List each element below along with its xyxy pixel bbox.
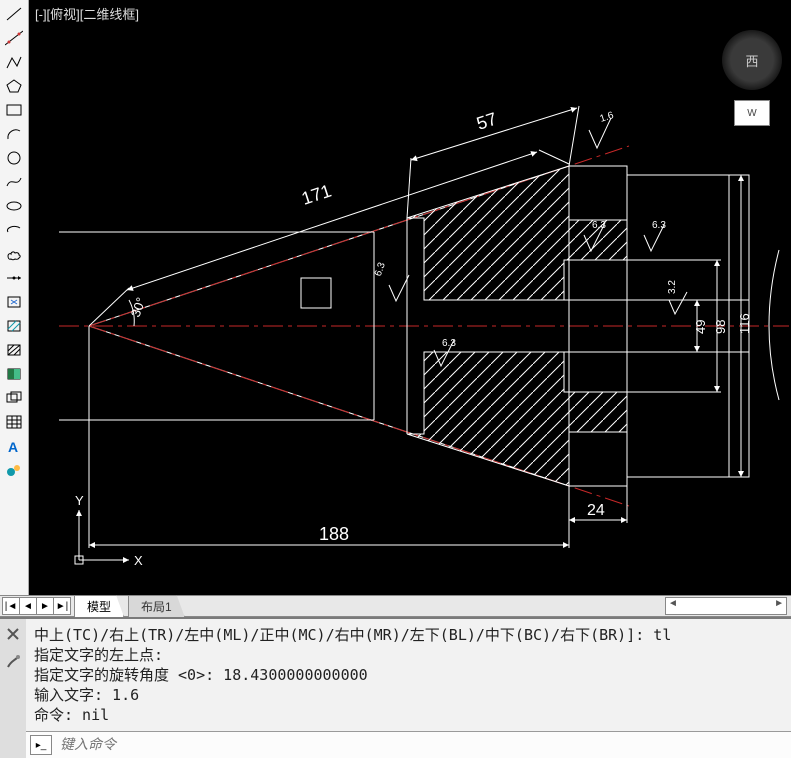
tool-polygon[interactable] [3,76,25,96]
tool-hatch[interactable] [3,340,25,360]
svg-text:24: 24 [587,502,605,519]
tab-nav-next[interactable]: ► [36,597,54,615]
svg-text:49: 49 [693,320,708,334]
svg-text:6.3: 6.3 [652,220,666,231]
surf-6-3-left: 6.3 [373,261,409,301]
surf-6-3-right: 6.3 [644,220,666,251]
tool-block-insert[interactable] [3,292,25,312]
tool-hatch-pick[interactable] [3,316,25,336]
dim-24: 24 [569,432,627,523]
svg-text:6.3: 6.3 [373,261,388,278]
tool-construction-line[interactable] [3,28,25,48]
tool-add-selected[interactable] [3,460,25,480]
svg-text:X: X [134,553,143,568]
svg-text:6.3: 6.3 [592,220,606,231]
svg-text:6.3: 6.3 [442,338,456,349]
command-close-icon[interactable] [4,625,22,643]
svg-text:57: 57 [474,109,499,134]
tool-arc[interactable] [3,124,25,144]
tool-region[interactable] [3,388,25,408]
command-history-line: 指定文字的旋转角度 <0>: 18.4300000000000 [34,666,368,684]
command-input[interactable] [58,736,791,754]
surf-1-6: 1.6 [589,110,616,148]
drawing-svg: 171 57 188 [29,0,791,588]
svg-text:Y: Y [75,493,84,508]
tool-ellipse-arc[interactable] [3,220,25,240]
command-history[interactable]: 中上(TC)/右上(TR)/左中(ML)/正中(MC)/右中(MR)/左下(BL… [26,619,791,731]
tool-polyline[interactable] [3,52,25,72]
layout-tabstrip: |◄ ◄ ► ►| 模型 布局1 [0,595,791,617]
dim-angle-30: 30° [128,295,149,326]
svg-text:98: 98 [713,320,728,334]
command-panel: 中上(TC)/右上(TR)/左中(ML)/正中(MC)/右中(MR)/左下(BL… [0,617,791,758]
tab-nav-first[interactable]: |◄ [2,597,20,615]
tool-revcloud[interactable] [3,244,25,264]
tool-spline[interactable] [3,172,25,192]
ucs-icon: X Y [75,493,143,568]
tab-model[interactable]: 模型 [74,595,124,617]
tab-nav-prev[interactable]: ◄ [19,597,37,615]
tab-hscroll[interactable] [665,597,787,615]
command-history-line: 命令: nil [34,706,109,724]
tab-nav-last[interactable]: ►| [53,597,71,615]
svg-text:1.6: 1.6 [599,110,616,125]
command-run-icon[interactable]: ▸_ [30,735,52,755]
svg-text:30°: 30° [128,295,149,319]
tool-point-divide[interactable] [3,268,25,288]
tool-table[interactable] [3,412,25,432]
surf-3-2: 3.2 [667,280,687,314]
svg-text:116: 116 [737,313,752,334]
dim-49: 49 [693,300,708,352]
tool-text[interactable]: A [3,436,25,456]
drawing-canvas[interactable]: [-][俯视][二维线框] 西 W [29,0,791,595]
command-history-line: 输入文字: 1.6 [34,686,139,704]
tool-gradient[interactable] [3,364,25,384]
tab-layout1[interactable]: 布局1 [128,595,185,617]
command-settings-icon[interactable] [4,653,22,671]
tool-rectangle[interactable] [3,100,25,120]
svg-text:A: A [8,439,18,454]
svg-text:171: 171 [299,180,334,208]
svg-text:3.2: 3.2 [667,280,678,294]
tool-circle[interactable] [3,148,25,168]
tool-line[interactable] [3,4,25,24]
command-history-line: 中上(TC)/右上(TR)/左中(ML)/正中(MC)/右中(MR)/左下(BL… [34,626,671,644]
draw-toolbar: A [0,0,29,595]
tool-ellipse[interactable] [3,196,25,216]
svg-text:188: 188 [319,524,349,544]
command-history-line: 指定文字的左上点: [34,646,163,664]
